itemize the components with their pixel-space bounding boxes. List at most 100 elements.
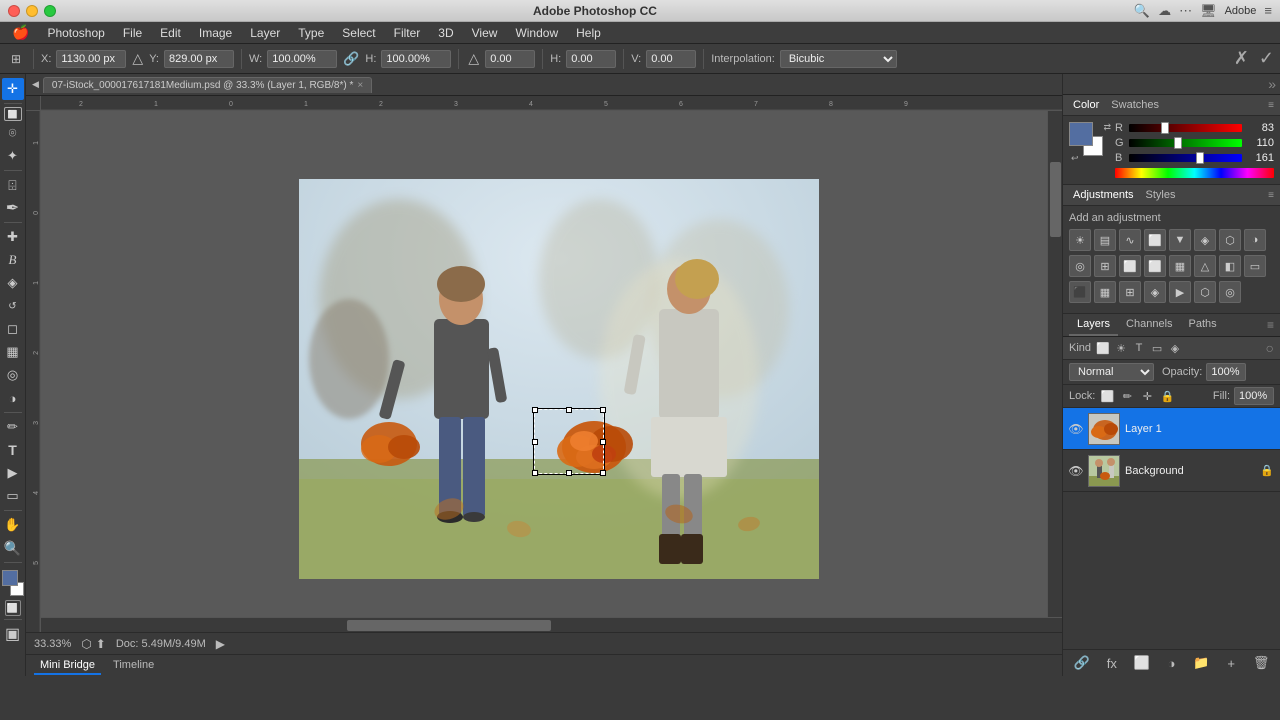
layer-1-visibility-icon[interactable]: 👁 [1069, 422, 1083, 436]
layer-filter-toggle-icon[interactable]: ○ [1266, 340, 1274, 356]
crop-tool-btn[interactable]: ⌹ [2, 174, 24, 196]
horizontal-scrollbar[interactable] [41, 617, 1062, 632]
swap-colors-icon[interactable]: ⇄ [1103, 122, 1111, 133]
h2-input[interactable] [566, 50, 616, 68]
dodge-tool-btn[interactable]: ◑ [2, 387, 24, 409]
timeline-tab[interactable]: Timeline [107, 657, 160, 675]
vertical-scrollbar[interactable] [1047, 111, 1062, 617]
color-balance-icon[interactable]: ⬡ [1219, 229, 1241, 251]
maximize-button[interactable] [44, 5, 56, 17]
filter-smart-icon[interactable]: ◈ [1167, 340, 1183, 356]
add-style-icon[interactable]: fx [1099, 654, 1125, 673]
levels-icon[interactable]: ▤ [1094, 229, 1116, 251]
h-scroll-thumb[interactable] [347, 620, 551, 631]
opacity-input[interactable] [1206, 363, 1246, 381]
marquee-tool-btn[interactable]: ⬜ [4, 107, 22, 121]
y-input[interactable] [164, 50, 234, 68]
fill-input[interactable] [1234, 387, 1274, 405]
exposure-icon[interactable]: ⬜ [1144, 229, 1166, 251]
selective-color-icon[interactable]: ◧ [1219, 255, 1241, 277]
adjustment-icon[interactable]: ◎ [1219, 281, 1241, 303]
r-slider[interactable] [1129, 124, 1242, 132]
lock-all-icon[interactable]: 🔒 [1159, 388, 1175, 404]
gradient-tool-btn[interactable]: ▦ [2, 341, 24, 363]
b-slider[interactable] [1129, 154, 1242, 162]
mini-bridge-tab[interactable]: Mini Bridge [34, 657, 101, 675]
lasso-tool-btn[interactable]: ⌾ [2, 122, 24, 144]
styles-tab[interactable]: Styles [1142, 188, 1180, 202]
x-input[interactable] [56, 50, 126, 68]
panel-collapse-icon[interactable]: » [1268, 76, 1276, 92]
menu-edit[interactable]: Edit [152, 24, 189, 42]
foreground-color-box[interactable] [1069, 122, 1093, 146]
link-layers-icon[interactable]: 🔗 [1069, 653, 1095, 673]
reset-colors-icon[interactable]: ↩ [1071, 153, 1079, 164]
pen-tool-btn[interactable]: ✏ [2, 416, 24, 438]
filter-type-icon[interactable]: T [1131, 340, 1147, 356]
layers-tab-layers[interactable]: Layers [1069, 314, 1118, 336]
cc-icon[interactable]: ☁ [1158, 3, 1171, 19]
lock-transparent-icon[interactable]: ⬜ [1099, 388, 1115, 404]
screen-icon[interactable]: 🖥 [1200, 3, 1217, 19]
menu-window[interactable]: Window [507, 24, 566, 42]
curves-icon[interactable]: ∿ [1119, 229, 1141, 251]
threshold-icon[interactable]: △ [1194, 255, 1216, 277]
minimize-button[interactable] [26, 5, 38, 17]
photo-filter-icon[interactable]: ◎ [1069, 255, 1091, 277]
search-icon[interactable]: 🔍 [1134, 3, 1150, 19]
magic-wand-tool-btn[interactable]: ✦ [2, 145, 24, 167]
status-play-icon[interactable]: ▶ [216, 637, 225, 651]
eyedropper-tool-btn[interactable]: ✒ [2, 197, 24, 219]
menu-filter[interactable]: Filter [386, 24, 429, 42]
menu-help[interactable]: Help [568, 24, 609, 42]
menu-layer[interactable]: Layer [242, 24, 288, 42]
hsl-icon[interactable]: ◈ [1194, 229, 1216, 251]
status-icon-2[interactable]: ⬆ [96, 637, 106, 651]
blur-tool-btn[interactable]: ◎ [2, 364, 24, 386]
document-tab[interactable]: 07-iStock_000017617181Medium.psd @ 33.3%… [43, 77, 372, 93]
color-panel-menu-icon[interactable]: ≡ [1268, 100, 1274, 111]
zoom-tool-btn[interactable]: 🔍 [2, 537, 24, 559]
brush-tool-btn[interactable]: B [2, 249, 24, 271]
bw-icon[interactable]: ◑ [1244, 229, 1266, 251]
quick-mask-btn[interactable]: ⬜ [5, 600, 21, 616]
lock-position-icon[interactable]: ✛ [1139, 388, 1155, 404]
pattern-icon[interactable]: ⊞ [1119, 281, 1141, 303]
eraser-tool-btn[interactable]: ◻ [2, 318, 24, 340]
gradient-map-icon[interactable]: ▭ [1244, 255, 1266, 277]
type-tool-btn[interactable]: T [2, 439, 24, 461]
close-tab-icon[interactable]: × [357, 80, 363, 91]
video-icon[interactable]: ▶ [1169, 281, 1191, 303]
w-input[interactable] [267, 50, 337, 68]
rotate-input[interactable] [485, 50, 535, 68]
v-input[interactable] [646, 50, 696, 68]
menu-image[interactable]: Image [191, 24, 240, 42]
shape-tool-btn[interactable]: ▭ [2, 485, 24, 507]
posterize-icon[interactable]: ▦ [1169, 255, 1191, 277]
adjustments-tab[interactable]: Adjustments [1069, 188, 1138, 202]
h-input[interactable] [381, 50, 451, 68]
swatches-tab[interactable]: Swatches [1107, 98, 1163, 112]
menu-file[interactable]: File [115, 24, 150, 42]
menu-view[interactable]: View [464, 24, 506, 42]
g-slider-thumb[interactable] [1174, 137, 1182, 149]
interpolation-select[interactable]: Bicubic Bilinear Nearest Neighbor [780, 50, 897, 68]
solid-color-icon[interactable]: ⬛ [1069, 281, 1091, 303]
menu-3d[interactable]: 3D [430, 24, 461, 42]
canvas-area[interactable]: 2 1 0 1 2 3 4 5 6 7 8 9 [26, 96, 1062, 632]
move-tool-btn[interactable]: ✛ [2, 78, 24, 100]
layers-panel-menu-icon[interactable]: ≡ [1267, 318, 1274, 332]
screen-mode-btn[interactable]: ▣ [2, 623, 24, 645]
transform-icon[interactable]: ⊞ [6, 49, 26, 69]
color-lookup-icon[interactable]: ⬜ [1119, 255, 1141, 277]
menu-select[interactable]: Select [334, 24, 383, 42]
tab-prev-icon[interactable]: ◀ [32, 79, 39, 90]
r-slider-thumb[interactable] [1161, 122, 1169, 134]
cancel-transform-icon[interactable]: ✗ [1234, 48, 1249, 69]
add-mask-icon[interactable]: ⬜ [1129, 653, 1155, 673]
gradient-fill-icon[interactable]: ▦ [1094, 281, 1116, 303]
menu-photoshop[interactable]: Photoshop [39, 24, 112, 42]
path-selection-tool-btn[interactable]: ▶ [2, 462, 24, 484]
status-icon-1[interactable]: ⬡ [81, 637, 91, 651]
layer-item-1[interactable]: 👁 Layer 1 [1063, 408, 1280, 450]
